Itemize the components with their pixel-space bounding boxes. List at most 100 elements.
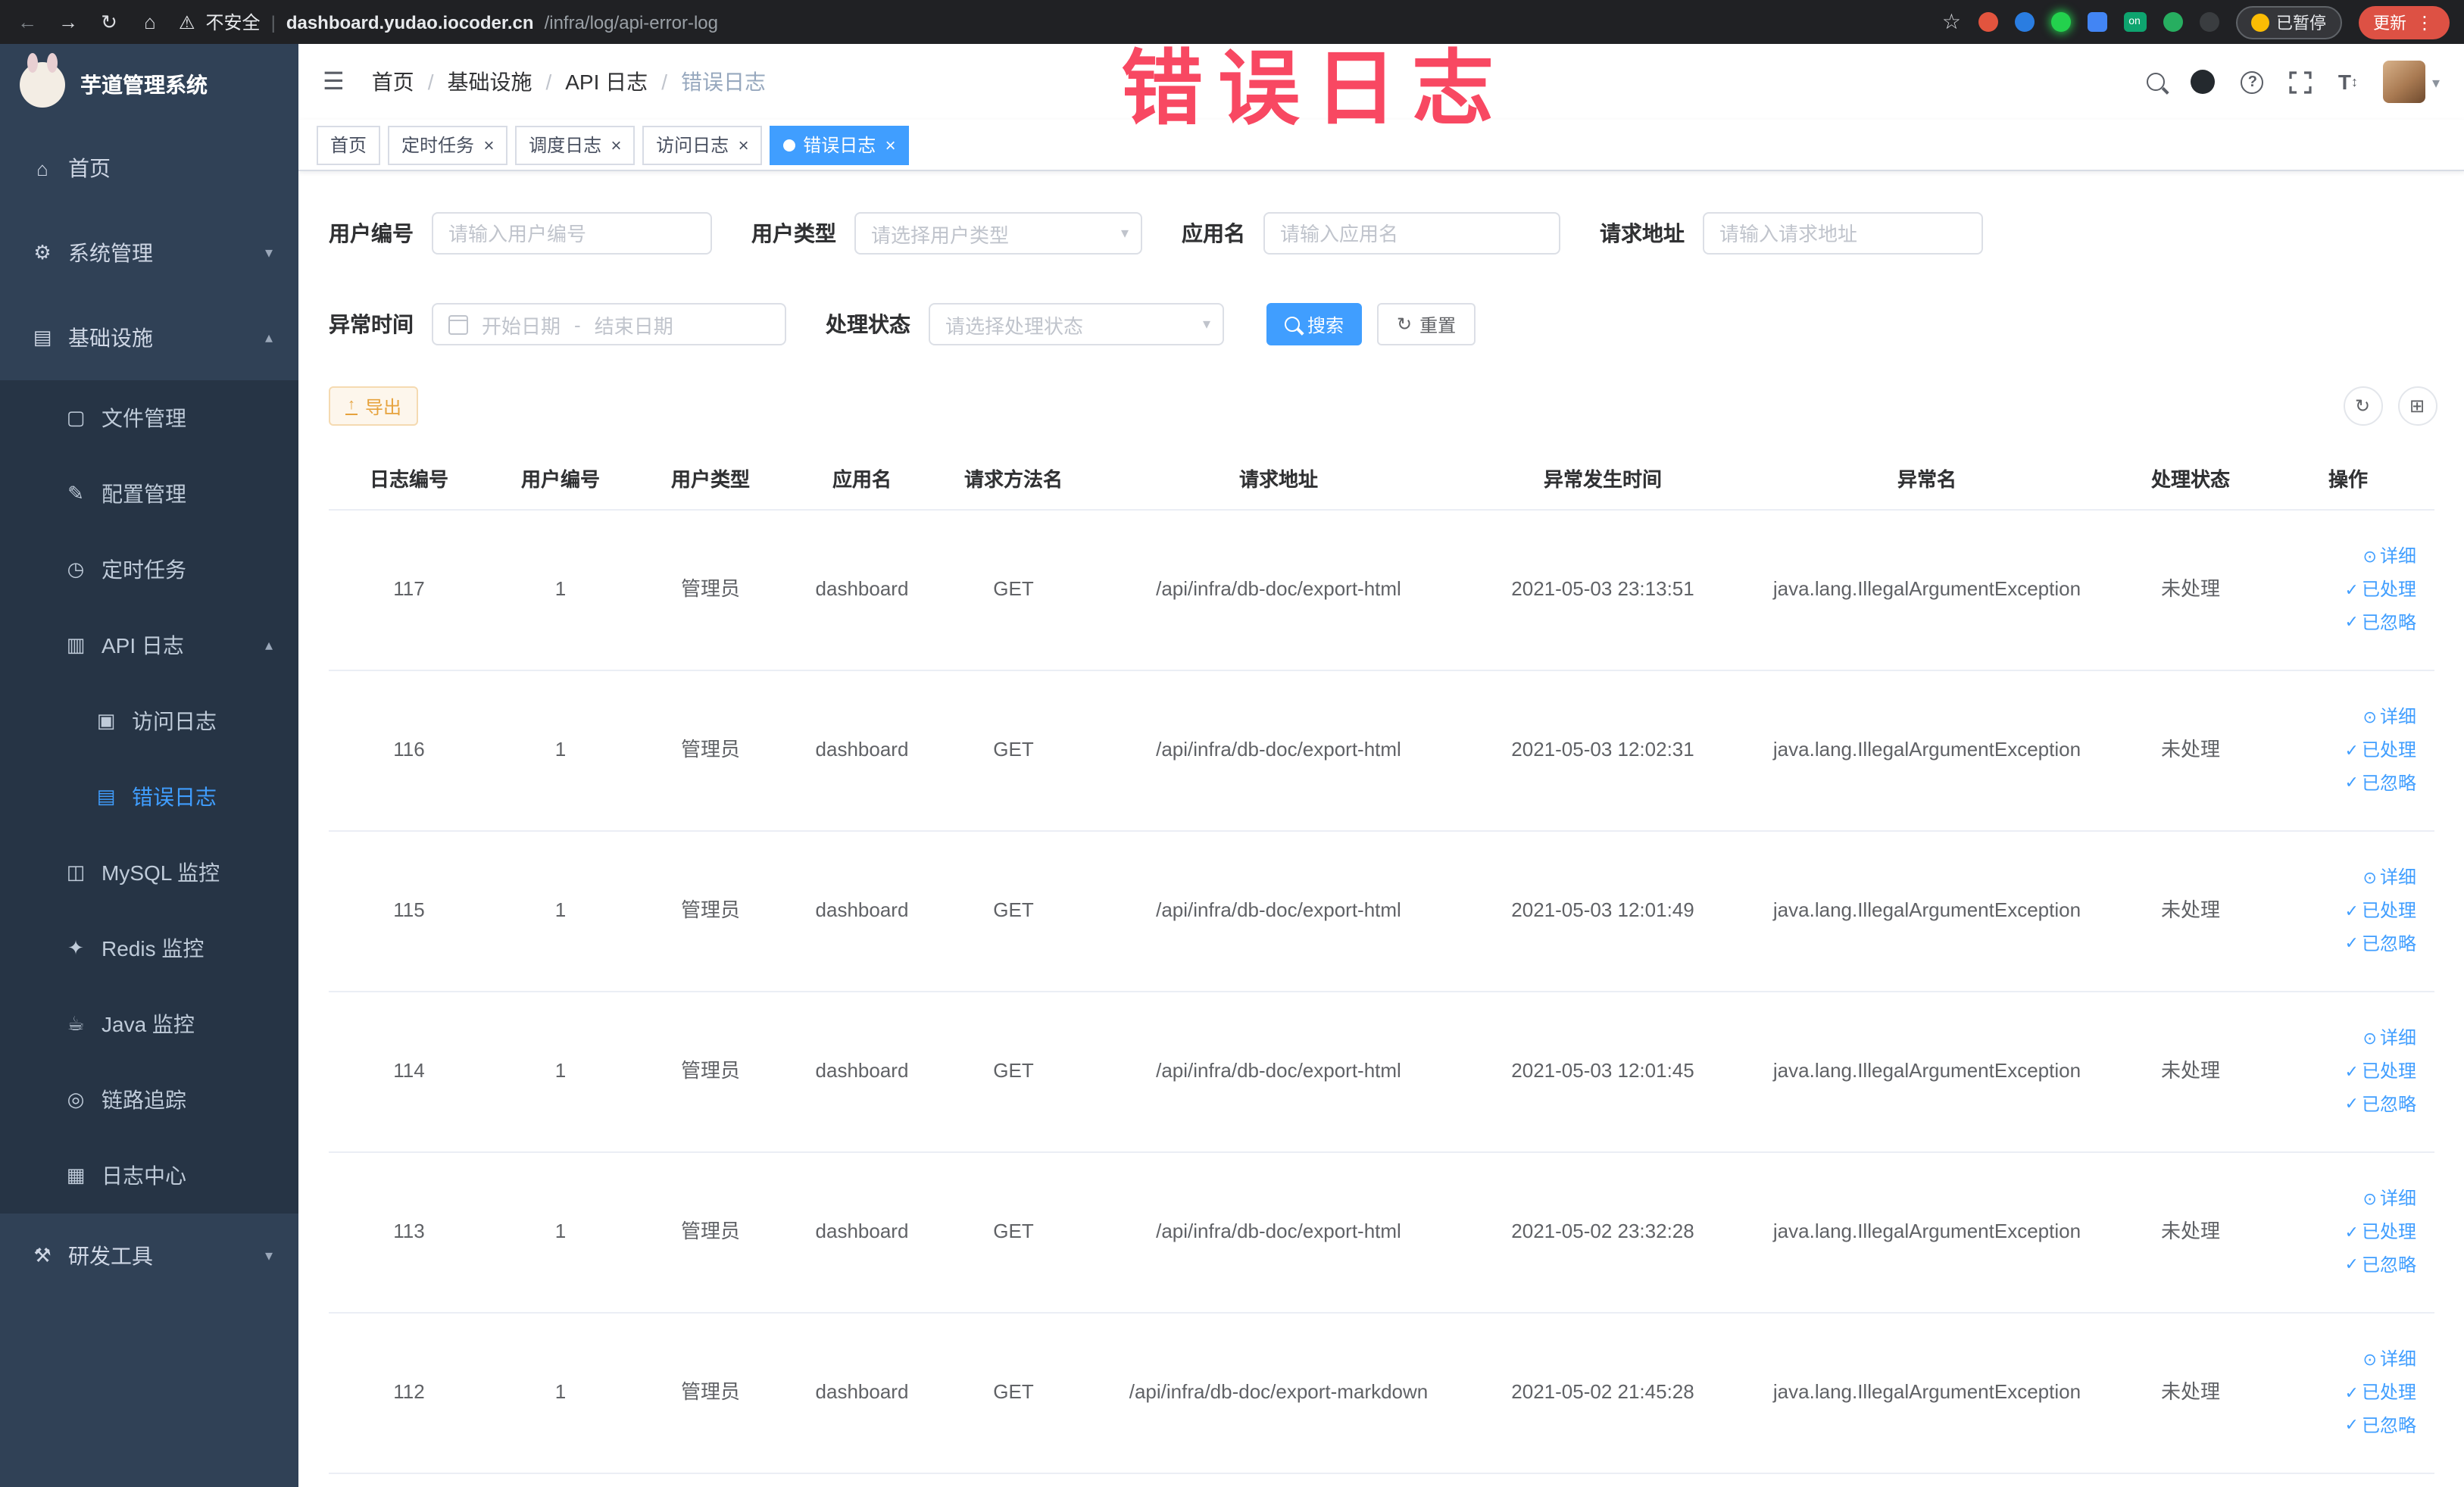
tab[interactable]: 调度日志 [515, 125, 636, 164]
action-ignored[interactable]: 已忽略 [2345, 1252, 2416, 1279]
sidebar-item[interactable]: ▤ 错误日志 [0, 759, 298, 835]
date-range-picker[interactable]: 开始日期 - 结束日期 [432, 303, 786, 345]
app-name-input[interactable] [1263, 212, 1560, 255]
extension-icon-green-glow[interactable] [2050, 12, 2070, 32]
action-detail[interactable]: 详细 [2363, 704, 2416, 731]
extension-icon-red[interactable] [1978, 12, 1997, 32]
search-icon[interactable] [2147, 73, 2166, 91]
reset-button[interactable]: 重置 [1377, 303, 1476, 345]
column-header[interactable]: 处理状态 [2113, 447, 2268, 509]
sidebar-item[interactable]: ⚙ 系统管理 [0, 211, 298, 295]
sidebar-item[interactable]: ▢ 文件管理 [0, 380, 298, 456]
sidebar-item[interactable]: ▣ 访问日志 [0, 683, 298, 759]
user-type-select[interactable]: 请选择用户类型 [854, 212, 1142, 255]
breadcrumb-item[interactable]: 错误日志 [681, 67, 766, 97]
sidebar-item[interactable]: ☕ Java 监控 [0, 986, 298, 1062]
sidebar-item[interactable]: ◎ 链路追踪 [0, 1062, 298, 1138]
tab[interactable]: 定时任务 [388, 125, 508, 164]
column-header[interactable]: 异常名 [1741, 447, 2113, 509]
update-button[interactable]: 更新 [2358, 5, 2449, 39]
action-processed[interactable]: 已处理 [2345, 576, 2416, 604]
extension-icon-dark[interactable] [2199, 12, 2219, 32]
column-header[interactable]: 用户类型 [632, 447, 789, 509]
tab-close-icon[interactable] [482, 136, 494, 154]
action-detail[interactable]: 详细 [2363, 1186, 2416, 1213]
action-processed[interactable]: 已处理 [2345, 1219, 2416, 1246]
help-icon[interactable] [2241, 70, 2264, 93]
browser-home-icon[interactable] [138, 11, 162, 33]
tab[interactable]: 访问日志 [642, 125, 763, 164]
process-status-select[interactable]: 请选择处理状态 [929, 303, 1224, 345]
tab[interactable]: 首页 [317, 125, 381, 164]
breadcrumb-item[interactable]: API 日志 [565, 67, 681, 97]
action-detail[interactable]: 详细 [2363, 864, 2416, 892]
address-bar[interactable]: 不安全 | dashboard.yudao.iocoder.cn/infra/l… [179, 9, 718, 35]
check-icon [2345, 1379, 2359, 1407]
action-processed[interactable]: 已处理 [2345, 1058, 2416, 1086]
sidebar-item[interactable]: ◷ 定时任务 [0, 532, 298, 608]
column-header[interactable]: 异常发生时间 [1465, 447, 1741, 509]
action-detail[interactable]: 详细 [2363, 1346, 2416, 1373]
kebab-menu-icon[interactable] [2416, 11, 2434, 33]
request-url-input[interactable] [1703, 212, 1983, 255]
column-header[interactable]: 请求地址 [1092, 447, 1465, 509]
browser-back-icon[interactable] [15, 11, 39, 33]
action-processed[interactable]: 已处理 [2345, 737, 2416, 764]
action-ignored[interactable]: 已忽略 [2345, 1092, 2416, 1119]
breadcrumb-item[interactable]: 基础设施 [447, 67, 565, 97]
extension-icon-leaf[interactable] [2163, 12, 2182, 32]
tab-label: 定时任务 [401, 135, 475, 156]
cell-status: 未处理 [2160, 1059, 2220, 1082]
sidebar-item[interactable]: ⌂ 首页 [0, 126, 298, 211]
action-detail[interactable]: 详细 [2363, 1025, 2416, 1052]
action-ignored[interactable]: 已忽略 [2345, 610, 2416, 637]
tab-close-icon[interactable] [883, 136, 895, 154]
font-size-icon[interactable] [2338, 70, 2358, 94]
cell-actions: 详细 已处理 已忽略 [2268, 1314, 2428, 1473]
paused-badge[interactable]: 已暂停 [2235, 5, 2341, 39]
column-header[interactable]: 用户编号 [489, 447, 632, 509]
user-id-input[interactable] [432, 212, 712, 255]
column-header[interactable]: 请求方法名 [935, 447, 1092, 509]
user-menu[interactable] [2383, 61, 2440, 103]
search-button[interactable]: 搜索 [1266, 303, 1363, 345]
action-processed[interactable]: 已处理 [2345, 898, 2416, 925]
action-ignored[interactable]: 已忽略 [2345, 770, 2416, 798]
browser-forward-icon[interactable] [56, 11, 80, 33]
sidebar-item[interactable]: ▥ API 日志 [0, 608, 298, 683]
sidebar-toggle-icon[interactable] [323, 67, 345, 97]
extension-icon-grid[interactable] [2087, 12, 2106, 32]
cell-exception-time: 2021-05-03 23:13:51 [1511, 577, 1694, 601]
column-header[interactable]: 日志编号 [329, 447, 489, 509]
sidebar-menu: ⌂ 首页 ⚙ 系统管理 ▤ 基础设施 ▢ 文 [0, 126, 298, 1298]
bookmark-star-icon[interactable] [1942, 9, 1961, 35]
tab-close-icon[interactable] [736, 136, 748, 154]
extension-icon-blue[interactable] [2014, 12, 2034, 32]
column-settings-button[interactable] [2397, 386, 2437, 426]
tab-close-icon[interactable] [609, 136, 621, 154]
breadcrumb-item[interactable]: 首页 [372, 67, 448, 97]
sidebar-item[interactable]: ▦ 日志中心 [0, 1138, 298, 1214]
github-icon[interactable] [2191, 70, 2216, 94]
user-type-label: 用户类型 [751, 221, 836, 245]
sidebar-item[interactable]: ◫ MySQL 监控 [0, 835, 298, 911]
extension-icon-on-badge[interactable]: on [2123, 12, 2146, 32]
fullscreen-icon[interactable] [2290, 70, 2313, 93]
sidebar-item[interactable]: ✦ Redis 监控 [0, 911, 298, 986]
browser-reload-icon[interactable] [97, 10, 121, 34]
sidebar-item[interactable]: ⚒ 研发工具 [0, 1214, 298, 1298]
action-ignored[interactable]: 已忽略 [2345, 1413, 2416, 1440]
tab[interactable]: 错误日志 [770, 125, 910, 164]
cell-exception-time: 2021-05-03 12:01:49 [1511, 898, 1694, 922]
refresh-button[interactable] [2343, 386, 2382, 426]
sidebar-item-label: 定时任务 [101, 558, 186, 582]
action-detail[interactable]: 详细 [2363, 543, 2416, 570]
column-header[interactable]: 应用名 [789, 447, 935, 509]
export-button[interactable]: 导出 [329, 386, 419, 426]
action-processed[interactable]: 已处理 [2345, 1379, 2416, 1407]
sidebar-item-label: 配置管理 [101, 482, 186, 506]
sidebar-item[interactable]: ▤ 基础设施 [0, 295, 298, 380]
column-header[interactable]: 操作 [2268, 447, 2428, 509]
sidebar-item[interactable]: ✎ 配置管理 [0, 456, 298, 532]
action-ignored[interactable]: 已忽略 [2345, 931, 2416, 958]
